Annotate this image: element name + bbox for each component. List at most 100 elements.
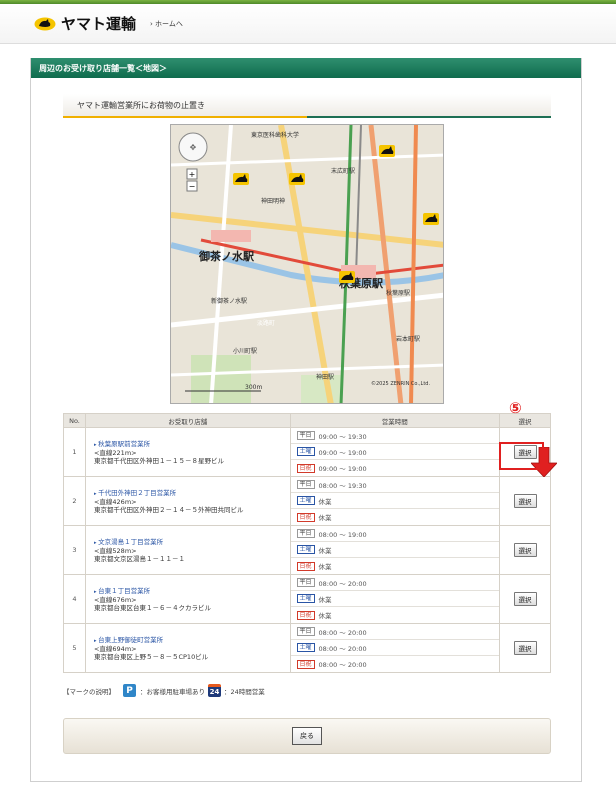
select-button[interactable]: 選択	[513, 543, 537, 557]
svg-text:−: −	[189, 182, 196, 191]
map-label-shin-ochanomizu: 新御茶ノ水駅	[211, 297, 247, 305]
weekday-hours: 08:00 〜 20:00	[318, 579, 367, 588]
col-header-hours: 営業時間	[289, 413, 501, 428]
store-hours: 平日 08:00 〜 20:00 土曜 休業 日祝 休業	[289, 574, 501, 624]
saturday-tag: 土曜	[296, 594, 315, 603]
store-info: 文京湯島１丁目営業所 <直線528m> 東京都文京区湯島１－１１－１	[84, 525, 291, 575]
table-row: 4 台東１丁目営業所 <直線676m> 東京都台東区台東１－６－４クカラビル 平…	[63, 574, 551, 624]
store-info: 千代田外神田２丁目営業所 <直線426m> 東京都千代田区外神田２－１４－５外神…	[84, 476, 291, 526]
store-address: 東京都台東区台東１－６－４クカラビル	[93, 603, 211, 612]
store-address: 東京都千代田区外神田２－１４－５外神田共同ビル	[93, 505, 244, 514]
store-info: 秋葉原駅前営業所 <直線221m> 東京都千代田区外神田１－１５－８星野ビル	[84, 427, 291, 477]
map-label-akihabara-small: 秋葉原駅	[386, 289, 410, 297]
store-name-link[interactable]: 台東上野御徒町営業所	[94, 636, 290, 645]
row-number: 3	[63, 525, 86, 575]
store-info: 台東上野御徒町営業所 <直線694m> 東京都台東区上野５－８－５CP10ビル	[84, 623, 291, 673]
store-marker-icon[interactable]	[379, 145, 395, 157]
select-button[interactable]: 選択	[513, 592, 537, 606]
saturday-tag: 土曜	[296, 447, 315, 456]
map-label-awajicho: 淡路町	[257, 319, 275, 327]
sunday-tag: 日祝	[296, 463, 315, 473]
store-address: 東京都千代田区外神田１－１５－８星野ビル	[93, 456, 224, 465]
home-link[interactable]: › ホームへ	[150, 19, 183, 29]
map-label-iwamotocho: 岩本町駅	[396, 335, 420, 343]
store-info: 台東１丁目営業所 <直線676m> 東京都台東区台東１－６－４クカラビル	[84, 574, 291, 624]
select-cell: 選択	[499, 623, 551, 673]
store-hours: 平日 08:00 〜 20:00 土曜 08:00 〜 20:00 日祝 08:00 …	[289, 623, 501, 673]
store-marker-icon[interactable]	[289, 173, 305, 185]
weekday-hours: 08:00 〜 20:00	[318, 628, 367, 637]
footer-bar: 戻る	[63, 718, 551, 754]
sunday-tag: 日祝	[296, 610, 315, 620]
subtitle-underline-yellow	[63, 116, 307, 118]
sunday-hours: 休業	[318, 514, 332, 522]
store-map[interactable]: ✥ + − 東京医科歯科大学 御茶ノ水駅 秋葉原駅 末広町駅 神田明神 新御茶ノ…	[170, 124, 444, 404]
sunday-tag: 日祝	[296, 561, 315, 571]
row-number: 1	[63, 427, 86, 477]
select-cell: 選択	[499, 476, 551, 526]
map-label-kanda-myojin: 神田明神	[261, 197, 285, 205]
select-cell: 選択	[499, 525, 551, 575]
map-label-tokyo-medical: 東京医科歯科大学	[251, 131, 299, 139]
store-hours: 平日 08:00 〜 19:00 土曜 休業 日祝 休業	[289, 525, 501, 575]
highlight-box	[499, 442, 544, 470]
panel-title: 周辺のお受け取り店舗一覧＜地図＞	[31, 58, 581, 78]
store-marker-icon[interactable]	[233, 173, 249, 185]
weekday-tag: 平日	[296, 529, 315, 538]
weekday-tag: 平日	[296, 578, 315, 587]
saturday-hours: 休業	[318, 595, 332, 604]
parking-icon: P	[123, 684, 136, 697]
store-address: 東京都文京区湯島１－１１－１	[93, 554, 185, 563]
table-row: 2 千代田外神田２丁目営業所 <直線426m> 東京都千代田区外神田２－１４－５…	[63, 476, 551, 526]
sunday-hours: 09:00 〜 19:00	[318, 465, 367, 473]
site-header: ヤマト運輸 › ホームへ	[0, 4, 616, 44]
map-label-kanda: 神田駅	[316, 373, 334, 381]
store-name-link[interactable]: 文京湯島１丁目営業所	[94, 538, 290, 547]
saturday-tag: 土曜	[296, 643, 315, 652]
legend-prefix: 【マークの説明】	[63, 687, 115, 696]
back-button[interactable]: 戻る	[292, 727, 322, 745]
subtitle-underline-green	[307, 116, 551, 118]
svg-text:+: +	[189, 170, 196, 179]
store-marker-icon[interactable]	[339, 271, 355, 283]
svg-text:✥: ✥	[190, 143, 197, 152]
store-name-link[interactable]: 千代田外神田２丁目営業所	[94, 489, 290, 498]
store-address: 東京都台東区上野５－８－５CP10ビル	[93, 652, 209, 661]
store-distance: <直線528m>	[93, 546, 137, 555]
table-row: 3 文京湯島１丁目営業所 <直線528m> 東京都文京区湯島１－１１－１ 平日0…	[63, 525, 551, 575]
weekday-hours: 09:00 〜 19:30	[318, 432, 367, 441]
sunday-hours: 08:00 〜 20:00	[318, 661, 367, 669]
store-distance: <直線694m>	[93, 644, 137, 653]
sunday-tag: 日祝	[296, 659, 315, 669]
store-marker-icon[interactable]	[423, 213, 439, 225]
saturday-hours: 08:00 〜 20:00	[318, 644, 367, 653]
mark-legend: 【マークの説明】 P ：お客様用駐車場あり 24 ：24時間営業	[63, 684, 265, 697]
saturday-tag: 土曜	[296, 545, 315, 554]
weekday-tag: 平日	[296, 627, 315, 636]
row-number: 2	[63, 476, 86, 526]
store-name-link[interactable]: 台東１丁目営業所	[94, 587, 290, 596]
legend-parking-text: ：お客様用駐車場あり	[140, 687, 205, 696]
step-number-badge: ⑤	[509, 399, 522, 417]
map-label-ochanomizu: 御茶ノ水駅	[198, 249, 254, 263]
store-list-panel: 周辺のお受け取り店舗一覧＜地図＞ ヤマト運輸営業所にお荷物の止置き ✥ + − …	[30, 58, 582, 782]
sunday-hours: 休業	[318, 612, 332, 620]
weekday-hours: 08:00 〜 19:00	[318, 530, 367, 539]
store-distance: <直線676m>	[93, 595, 137, 604]
black-cat-logo-icon[interactable]	[34, 17, 56, 31]
store-distance: <直線426m>	[93, 497, 137, 506]
logo-text[interactable]: ヤマト運輸	[61, 13, 136, 34]
weekday-hours: 08:00 〜 19:30	[318, 481, 367, 490]
select-button[interactable]: 選択	[513, 641, 537, 655]
map-label-ogawamachi: 小川町駅	[233, 347, 257, 355]
weekday-tag: 平日	[296, 431, 315, 440]
table-row: 1 秋葉原駅前営業所 <直線221m> 東京都千代田区外神田１－１５－８星野ビル…	[63, 427, 551, 477]
store-name-link[interactable]: 秋葉原駅前営業所	[94, 440, 290, 449]
saturday-hours: 09:00 〜 19:00	[318, 448, 367, 457]
map-copyright: ©2025 ZENRIN Co.,Ltd.	[371, 380, 430, 387]
sunday-tag: 日祝	[296, 512, 315, 522]
select-button[interactable]: 選択	[513, 494, 537, 508]
row-number: 5	[63, 623, 86, 673]
legend-24h-text: ：24時間営業	[224, 687, 265, 696]
col-header-store: お受取り店舗	[84, 413, 291, 428]
